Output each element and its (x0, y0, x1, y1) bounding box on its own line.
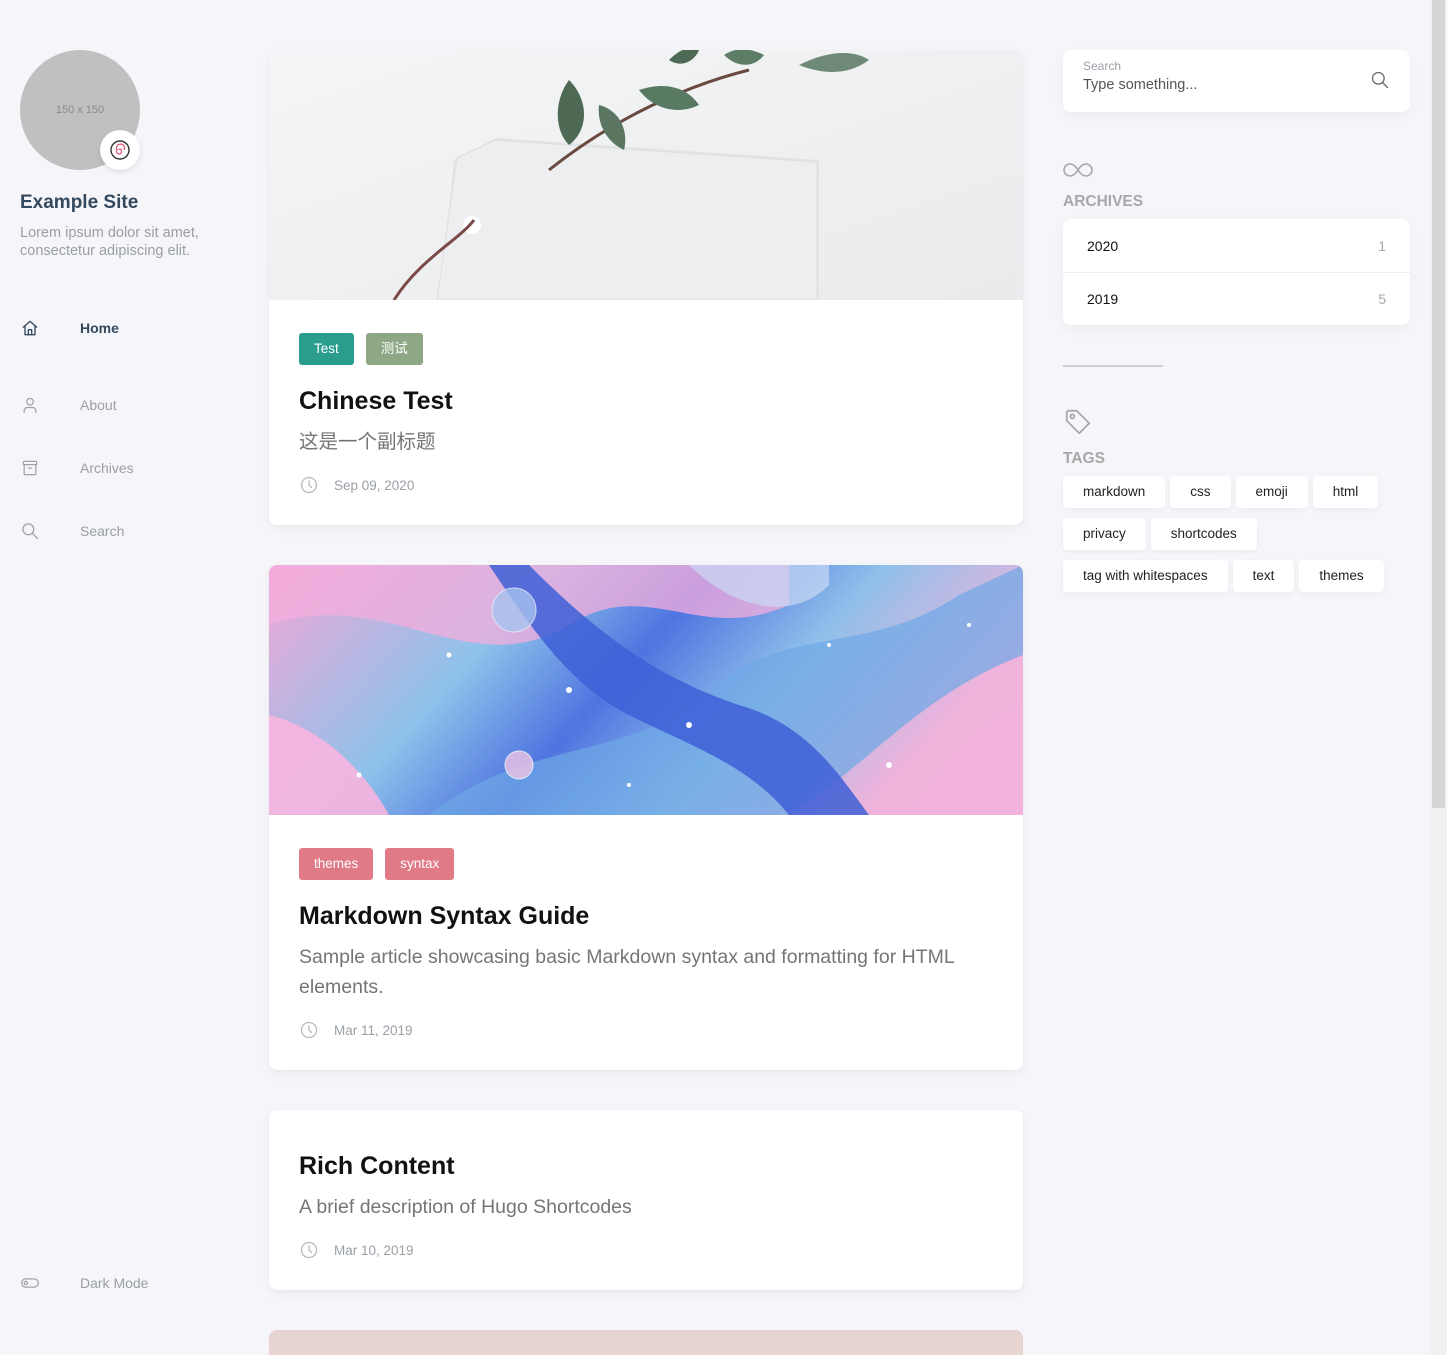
site-name[interactable]: Example Site (20, 192, 240, 214)
post-date: Sep 09, 2020 (334, 477, 415, 493)
tag-chip[interactable]: css (1170, 476, 1231, 508)
search-icon[interactable] (1370, 70, 1390, 95)
menu-label-home: Home (80, 320, 119, 336)
scrollbar-thumb[interactable] (1432, 0, 1445, 808)
archive-icon (20, 458, 80, 478)
clock-icon (299, 475, 334, 495)
post-date: Mar 10, 2019 (334, 1242, 414, 1258)
tag-chip[interactable]: markdown (1063, 476, 1166, 508)
post-card: themes syntax Markdown Syntax Guide Samp… (269, 565, 1023, 1070)
post-card: Rich Content A brief description of Hugo… (269, 1110, 1023, 1290)
menu-label-about: About (80, 396, 117, 413)
post-subtitle: Sample article showcasing basic Markdown… (299, 946, 954, 998)
tag-chip[interactable]: html (1312, 476, 1379, 508)
tag-chip[interactable]: emoji (1235, 476, 1308, 508)
narutomaki-icon (110, 140, 130, 160)
post-meta: Sep 09, 2020 (299, 475, 993, 495)
archives-widget: ARCHIVES 2020 1 2019 5 (1063, 160, 1410, 325)
post-meta: Mar 10, 2019 (299, 1240, 993, 1260)
archive-count: 1 (1378, 237, 1386, 254)
post-card: Test 测试 Chinese Test 这是一个副标题 Sep 09, 202… (269, 50, 1023, 525)
menu-item-home[interactable]: Home (20, 310, 240, 346)
home-icon (20, 318, 80, 338)
category-pill[interactable]: syntax (385, 848, 455, 880)
post-title[interactable]: Rich Content (299, 1150, 993, 1182)
post-title[interactable]: Chinese Test (299, 385, 993, 417)
post-card-body: Rich Content A brief description of Hugo… (269, 1110, 1023, 1290)
archives-title: ARCHIVES (1063, 193, 1144, 210)
right-sidebar: Search ARCHIVES 2020 1 2019 5 (1063, 50, 1410, 592)
tag-chip[interactable]: privacy (1063, 518, 1146, 550)
tag-chip[interactable]: tag with whitespaces (1063, 560, 1228, 592)
tags-widget: TAGS markdown css emoji html privacy sho… (1063, 407, 1410, 592)
tags-title: TAGS (1063, 450, 1105, 467)
archives-list: 2020 1 2019 5 (1063, 219, 1410, 325)
post-subtitle: A brief description of Hugo Shortcodes (299, 1196, 632, 1218)
post-cover-image[interactable] (269, 565, 1023, 815)
archive-item[interactable]: 2019 5 (1063, 272, 1410, 325)
page-scrollbar[interactable] (1430, 0, 1447, 1355)
dark-mode-label: Dark Mode (80, 1275, 149, 1291)
menu-label-archives: Archives (80, 459, 134, 476)
site-description: Lorem ipsum dolor sit amet, consectetur … (20, 225, 199, 259)
clock-icon (299, 1020, 334, 1040)
tag-cloud: markdown css emoji html privacy shortcod… (1063, 476, 1410, 592)
tag-icon (1063, 407, 1410, 442)
post-cover-image-partial[interactable] (269, 1330, 1023, 1355)
category-pill[interactable]: 测试 (365, 333, 423, 365)
widget-divider (1063, 365, 1163, 367)
post-card-body: Test 测试 Chinese Test 这是一个副标题 Sep 09, 202… (269, 300, 1023, 525)
search-icon (20, 521, 80, 541)
archive-count: 5 (1378, 291, 1386, 307)
category-pill[interactable]: Test (299, 333, 354, 365)
archive-year: 2019 (1087, 291, 1119, 307)
search-label: Search (1083, 59, 1122, 73)
category-pill[interactable]: themes (299, 848, 374, 880)
search-form: Search (1063, 50, 1410, 112)
clock-icon (299, 1240, 334, 1260)
main-menu: Home About Archives Search (20, 310, 240, 562)
menu-label-search: Search (80, 522, 125, 539)
dark-mode-toggle[interactable]: Dark Mode (20, 1273, 148, 1293)
post-subtitle: 这是一个副标题 (299, 431, 436, 453)
menu-item-about[interactable]: About (20, 373, 240, 436)
post-card-body: themes syntax Markdown Syntax Guide Samp… (269, 815, 1023, 1070)
archive-year: 2020 (1087, 237, 1119, 254)
post-cover-image[interactable] (269, 50, 1023, 301)
post-list: Test 测试 Chinese Test 这是一个副标题 Sep 09, 202… (269, 50, 1023, 1355)
left-sidebar: 150 x 150 Example Site Lorem ipsum dolor… (20, 50, 240, 1305)
emoji-badge (100, 130, 140, 170)
toggle-icon (20, 1273, 80, 1293)
avatar-placeholder-text: 150 x 150 (55, 104, 105, 116)
avatar-wrap: 150 x 150 (20, 50, 140, 170)
menu-item-archives[interactable]: Archives (20, 436, 240, 499)
tag-chip[interactable]: shortcodes (1150, 518, 1257, 550)
infinity-icon (1063, 160, 1410, 185)
search-input[interactable] (1083, 77, 1343, 93)
tag-chip[interactable]: text (1232, 560, 1295, 592)
post-date: Mar 11, 2019 (334, 1022, 413, 1038)
archive-item[interactable]: 2020 1 (1063, 219, 1410, 272)
post-meta: Mar 11, 2019 (299, 1020, 993, 1040)
post-categories: Test 测试 (299, 333, 993, 365)
post-title[interactable]: Markdown Syntax Guide (299, 900, 993, 932)
tag-chip[interactable]: themes (1299, 560, 1384, 592)
user-icon (20, 395, 80, 415)
menu-item-search[interactable]: Search (20, 499, 240, 562)
post-categories: themes syntax (299, 848, 993, 880)
